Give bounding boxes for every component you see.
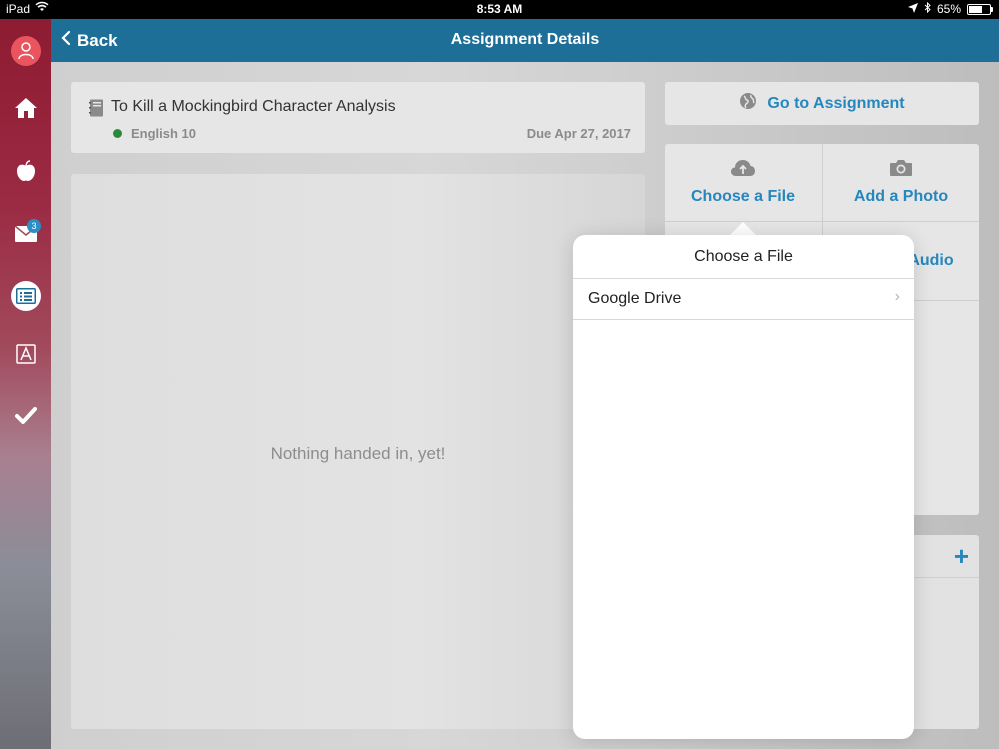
sidebar-item-tasks[interactable] bbox=[0, 398, 51, 438]
status-right: 65% bbox=[907, 1, 993, 16]
choose-file-popover: Choose a File Google Drive › bbox=[573, 235, 914, 739]
list-icon bbox=[10, 281, 41, 311]
option-label: Google Drive bbox=[588, 290, 682, 307]
due-date: Due Apr 27, 2017 bbox=[526, 126, 631, 141]
battery-percent: 65% bbox=[936, 2, 961, 16]
add-photo-button[interactable]: Add a Photo bbox=[823, 144, 979, 221]
assignment-info-card: To Kill a Mockingbird Character Analysis… bbox=[71, 82, 645, 153]
choose-file-button[interactable]: Choose a File bbox=[665, 144, 821, 221]
popover-arrow bbox=[729, 222, 757, 236]
notebook-icon bbox=[89, 99, 104, 122]
add-comment-button[interactable]: + bbox=[954, 541, 969, 572]
record-audio-label: Audio bbox=[908, 252, 954, 269]
page-title: Assignment Details bbox=[450, 31, 600, 48]
user-icon bbox=[10, 36, 41, 66]
camera-icon bbox=[889, 159, 913, 182]
empty-state-text: Nothing handed in, yet! bbox=[270, 444, 446, 463]
sidebar-item-home[interactable] bbox=[0, 91, 51, 131]
home-icon bbox=[14, 97, 38, 125]
nav-header: Back Assignment Details bbox=[51, 19, 999, 62]
status-time: 8:53 AM bbox=[476, 2, 523, 16]
status-bar: iPad 8:53 AM 65% bbox=[0, 0, 999, 19]
choose-file-label: Choose a File bbox=[690, 188, 796, 205]
sidebar: 3 bbox=[0, 19, 51, 749]
check-icon bbox=[14, 405, 37, 431]
class-color-dot bbox=[113, 129, 122, 138]
cloud-upload-icon bbox=[730, 159, 756, 182]
sidebar-item-assignments[interactable] bbox=[0, 276, 51, 316]
add-photo-label: Add a Photo bbox=[853, 188, 949, 205]
sidebar-item-messages[interactable]: 3 bbox=[0, 215, 51, 255]
messages-badge: 3 bbox=[27, 219, 41, 233]
chevron-right-icon: › bbox=[894, 288, 900, 305]
popover-title: Choose a File bbox=[694, 248, 793, 265]
location-icon bbox=[907, 2, 918, 16]
apple-icon bbox=[16, 160, 36, 188]
submission-panel: Nothing handed in, yet! bbox=[71, 174, 645, 729]
battery-icon bbox=[967, 3, 993, 15]
go-to-assignment-label: Go to Assignment bbox=[767, 94, 905, 112]
google-drive-option[interactable]: Google Drive › bbox=[573, 279, 914, 320]
go-to-assignment-button[interactable]: Go to Assignment bbox=[665, 82, 979, 125]
sidebar-item-grades[interactable] bbox=[0, 337, 51, 377]
grade-icon bbox=[15, 344, 36, 370]
sidebar-item-classes[interactable] bbox=[0, 154, 51, 194]
assignment-title: To Kill a Mockingbird Character Analysis bbox=[111, 98, 396, 115]
class-name: English 10 bbox=[131, 126, 197, 141]
bluetooth-icon bbox=[924, 1, 931, 16]
globe-icon bbox=[739, 92, 757, 115]
sidebar-item-profile[interactable] bbox=[0, 31, 51, 71]
